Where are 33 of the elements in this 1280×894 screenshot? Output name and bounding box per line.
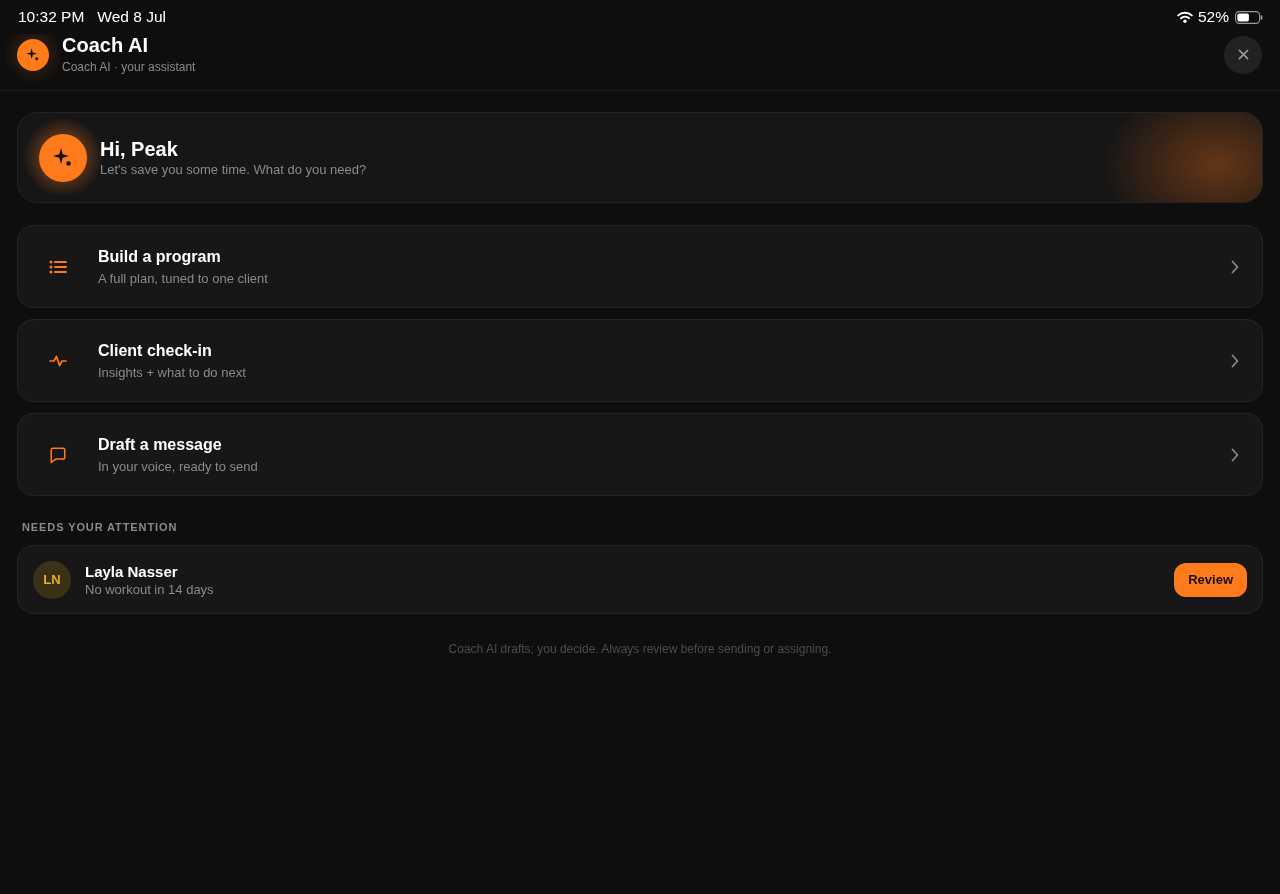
action-card[interactable]: Build a program A full plan, tuned to one client [17,225,1263,308]
client-name: Layla Nasser [85,561,178,581]
battery-percent: 52% [1197,8,1229,26]
chevron-right-icon [1231,353,1239,368]
action-subtitle: In your voice, ready to send [98,458,258,475]
action-card[interactable]: Client check-in Insights + what to do next [17,319,1263,402]
wifi-icon [1176,11,1193,23]
action-title: Client check-in [98,340,212,361]
pulse-icon [49,353,67,368]
action-title: Build a program [98,246,221,267]
action-subtitle: Insights + what to do next [98,364,246,381]
section-heading: NEEDS YOUR ATTENTION [22,520,178,534]
battery-icon [1235,10,1263,24]
greeting-title: Hi, Peak [100,137,178,161]
status-date: Wed 8 Jul [97,8,166,26]
status-time: 10:32 PM [18,8,85,26]
chat-bubble-icon [49,445,67,464]
close-icon [1237,49,1249,60]
action-card[interactable]: Draft a message In your voice, ready to send [17,413,1263,496]
greeting-subtitle: Let's save you some time. What do you need? [100,162,367,178]
app-subtitle: Coach AI · your assistant [62,59,196,75]
chevron-right-icon [1231,447,1239,462]
client-status: No workout in 14 days [85,581,214,598]
action-subtitle: A full plan, tuned to one client [98,270,268,287]
chevron-right-icon [1231,259,1239,274]
action-title: Draft a message [98,434,222,455]
close-button[interactable] [1224,35,1262,74]
sparkle-logo-icon [17,38,49,71]
disclaimer-text: Coach AI drafts; you decide. Always review before sending or assigning. [448,641,832,657]
sparkle-avatar-icon [39,133,87,182]
app-title: Coach AI [62,34,148,56]
review-button[interactable]: Review [1174,562,1247,597]
client-avatar: LN [33,560,71,599]
